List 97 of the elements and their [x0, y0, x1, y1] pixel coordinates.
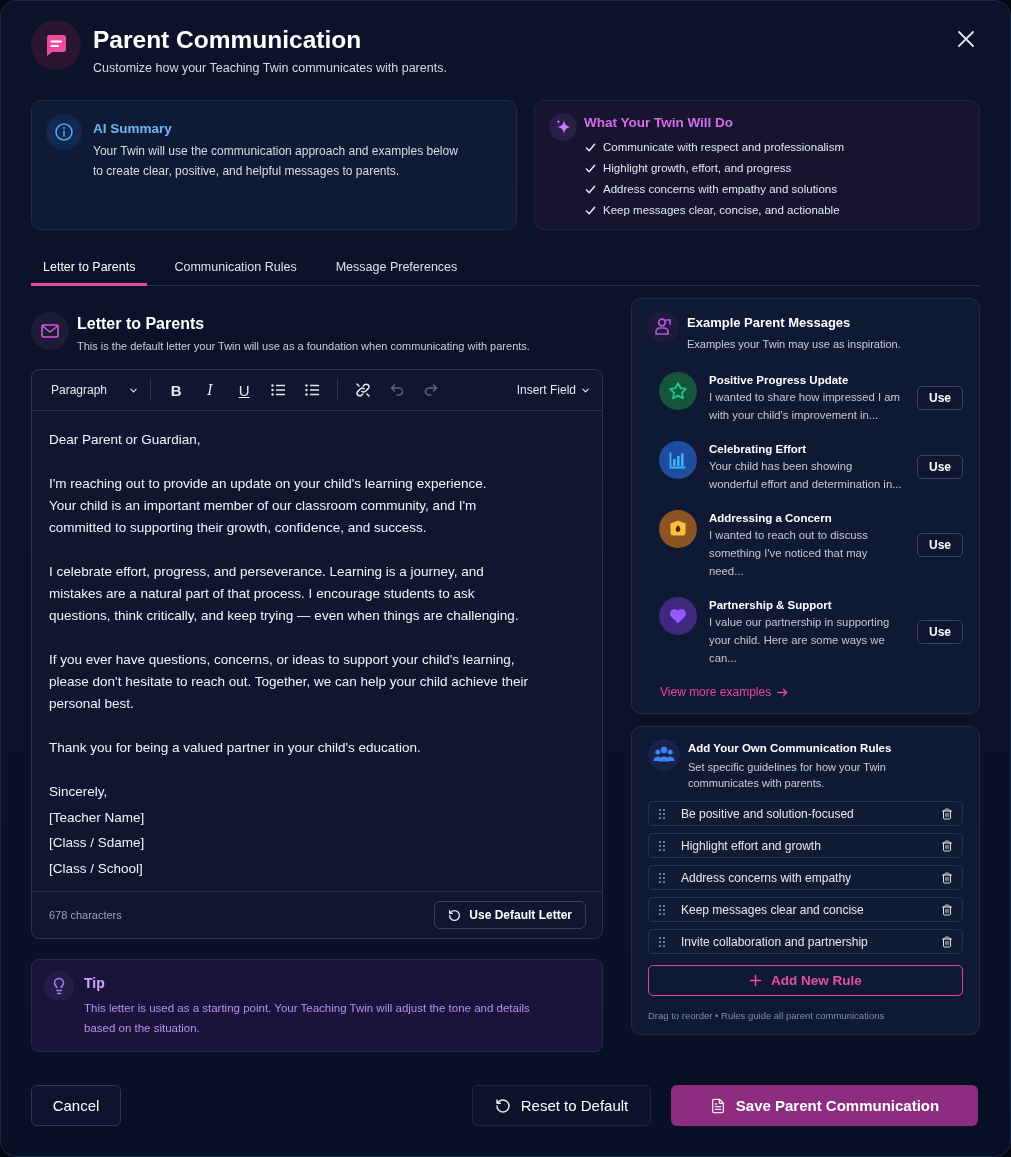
- example-preview: I wanted to reach out to discuss something I've noticed that may need...: [709, 528, 869, 579]
- save-button[interactable]: Save Parent Communication: [671, 1085, 978, 1126]
- twin-action-text: Address concerns with empathy and solutions: [603, 182, 837, 197]
- reset-button[interactable]: Reset to Default: [472, 1085, 651, 1126]
- example-title: Addressing a Concern: [709, 511, 833, 526]
- view-more-examples-link[interactable]: View more examples: [660, 685, 789, 699]
- trash-icon[interactable]: [941, 807, 953, 820]
- rule-item[interactable]: Address concerns with empathy: [648, 865, 963, 890]
- drag-handle-icon: [658, 935, 666, 948]
- use-button[interactable]: Use: [917, 533, 963, 557]
- close-icon: [957, 30, 975, 48]
- dialog-title: Parent Communication: [93, 25, 363, 55]
- letter-paragraph: I'm reaching out to provide an update on your child's learning experience. Your child is an important member of our classroom community, and I'm committed to supporting their growth, confidence, and success.: [49, 475, 488, 537]
- summary-title: AI Summary: [93, 120, 173, 138]
- tab[interactable]: Communication Rules: [162, 250, 309, 286]
- plus-icon: [749, 974, 763, 987]
- rule-text: Address concerns with empathy: [681, 870, 852, 885]
- use-default-letter-button[interactable]: Use Default Letter: [434, 901, 586, 929]
- sparkle-icon: [549, 113, 577, 141]
- signature-line: [Teacher Name]: [49, 808, 145, 827]
- check-icon: [585, 163, 596, 174]
- twin-action-text: Communicate with respect and professionalism: [603, 140, 844, 155]
- twin-actions-title: What Your Twin Will Do: [584, 114, 735, 132]
- drag-handle-icon: [658, 903, 666, 916]
- signature-line: [Class / Sdame]: [49, 834, 145, 852]
- rule-item[interactable]: Be positive and solution-focused: [648, 801, 963, 826]
- tab[interactable]: Letter to Parents: [31, 250, 148, 286]
- drag-handle-icon: [658, 871, 666, 884]
- trash-icon[interactable]: [941, 839, 953, 852]
- rule-text: Invite collaboration and partnership: [681, 934, 868, 949]
- trash-icon[interactable]: [941, 871, 953, 884]
- examples-title: Example Parent Messages: [687, 314, 852, 332]
- letter-paragraph: Thank you for being a valued partner in your child's education.: [49, 739, 422, 757]
- add-rule-button[interactable]: Add New Rule: [648, 965, 963, 996]
- rules-footnote: Drag to reorder • Rules guide all parent communications: [648, 1010, 886, 1021]
- signature-line: [Class / School]: [49, 859, 143, 878]
- twin-action-text: Keep messages clear, concise, and actionable: [603, 203, 840, 218]
- drag-handle-icon: [658, 807, 666, 820]
- cancel-button[interactable]: Cancel: [31, 1085, 121, 1126]
- rule-item[interactable]: Invite collaboration and partnership: [648, 929, 963, 954]
- chat-bubble-icon: [31, 20, 81, 70]
- list-icon: [304, 382, 321, 398]
- letter-paragraph: Dear Parent or Guardian,: [49, 431, 202, 449]
- check-icon: [585, 205, 596, 216]
- letter-paragraph: If you ever have questions, concerns, or ideas to support your child's learning, please don't hesitate to reach out. Together, we can help your child achieve their personal best.: [49, 651, 529, 713]
- italic-button[interactable]: I: [197, 377, 224, 403]
- insert-field-dropdown[interactable]: Insert Field: [516, 383, 590, 397]
- example-title: Celebrating Effort: [709, 442, 808, 457]
- tip-text: This letter is used as a starting point. Your Teaching Twin will adjust the tone and details based on the situation.: [84, 1001, 531, 1036]
- rule-text: Be positive and solution-focused: [681, 806, 854, 821]
- use-button[interactable]: Use: [917, 620, 963, 644]
- examples-subtitle: Examples your Twin may use as inspiration.: [687, 337, 901, 352]
- drag-handle-icon: [658, 839, 666, 852]
- check-icon: [585, 184, 596, 195]
- dialog-subtitle: Customize how your Teaching Twin communicates with parents.: [93, 60, 447, 76]
- example-title: Partnership & Support: [709, 598, 833, 613]
- rules-subtitle: Set specific guidelines for how your Twin communicates with parents.: [688, 760, 887, 791]
- example-preview: I value our partnership in supporting your child. Here are some ways we can...: [709, 615, 891, 666]
- users-icon: [648, 739, 680, 771]
- rotate-icon: [448, 908, 462, 922]
- character-count: 678 characters: [49, 909, 122, 921]
- redo-icon: [423, 382, 440, 398]
- section-description: This is the default letter your Twin will use as a foundation when communicating with parents.: [77, 339, 530, 353]
- twin-action-text: Highlight growth, effort, and progress: [603, 161, 792, 176]
- signature-line: Sincerely,: [49, 783, 108, 801]
- example-preview: I wanted to share how impressed I am with your child's improvement in...: [709, 390, 901, 423]
- link-icon: [355, 382, 372, 398]
- section-title: Letter to Parents: [77, 314, 206, 334]
- arrow-right-icon: [777, 686, 789, 698]
- bold-button[interactable]: B: [163, 377, 190, 403]
- list-icon: [270, 382, 287, 398]
- summary-text: Your Twin will use the communication approach and examples below to create clear, positive, and helpful messages to parents.: [93, 143, 459, 180]
- tab[interactable]: Message Preferences: [323, 250, 470, 286]
- close-button[interactable]: [957, 30, 975, 48]
- trash-icon[interactable]: [941, 935, 953, 948]
- use-button[interactable]: Use: [917, 455, 963, 479]
- example-title: Positive Progress Update: [709, 373, 850, 388]
- envelope-icon: [31, 312, 69, 350]
- check-icon: [585, 142, 596, 153]
- paragraph-dropdown[interactable]: Paragraph: [51, 383, 139, 397]
- person-icon: [647, 311, 679, 343]
- underline-button[interactable]: U: [231, 377, 258, 403]
- example-preview: Your child has been showing wonderful effort and determination in...: [709, 459, 903, 492]
- rule-item[interactable]: Highlight effort and growth: [648, 833, 963, 858]
- info-icon: [46, 114, 82, 150]
- rules-title: Add Your Own Communication Rules: [688, 741, 893, 756]
- rotate-icon: [494, 1097, 511, 1114]
- document-icon: [709, 1097, 726, 1114]
- rule-text: Highlight effort and growth: [681, 838, 821, 853]
- rule-item[interactable]: Keep messages clear and concise: [648, 897, 963, 922]
- lightbulb-icon: [44, 971, 74, 1001]
- rule-text: Keep messages clear and concise: [681, 902, 864, 917]
- tip-title: Tip: [84, 974, 106, 992]
- use-button[interactable]: Use: [917, 386, 963, 410]
- undo-icon: [389, 382, 406, 398]
- trash-icon[interactable]: [941, 903, 953, 916]
- letter-paragraph: I celebrate effort, progress, and perseverance. Learning is a journey, and mistakes are a natural part of that process. I encourage students to ask questions, think critically, and keep trying — even when things are challenging.: [49, 563, 520, 625]
